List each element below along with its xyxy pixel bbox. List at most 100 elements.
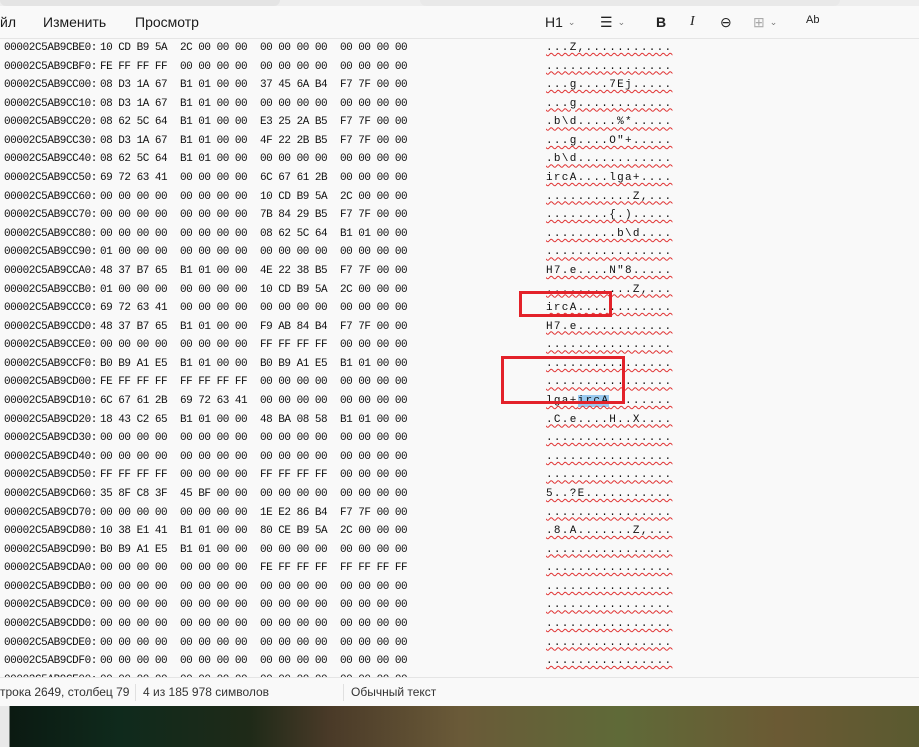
hex-bytes-group: 69 72 63 41 [100, 172, 168, 185]
hex-bytes-group: 00 00 00 00 [340, 469, 408, 482]
hex-bytes-group: 45 BF 00 00 [180, 487, 248, 500]
hex-bytes-group: F9 AB 84 B4 [260, 320, 328, 333]
hex-bytes-group: E3 25 2A B5 [260, 116, 328, 129]
hex-bytes-group: B1 01 00 00 [180, 97, 248, 110]
hex-bytes-group: 69 72 63 41 [100, 302, 168, 315]
hex-bytes-group: 6C 67 61 2B [260, 172, 328, 185]
row-address: 00002C5AB9CDF0: [3, 655, 97, 668]
hex-bytes-group: B1 01 00 00 [180, 320, 248, 333]
hex-bytes-group: 08 D3 1A 67 [100, 134, 168, 147]
row-address: 00002C5AB9CDE0: [3, 636, 97, 649]
hex-bytes-group: F7 7F 00 00 [340, 209, 408, 222]
hex-row: 00002C5AB9CDE0: 00 00 00 00 00 00 00 00 00 … [0, 634, 919, 653]
hex-row: 00002C5AB9CCD0: 48 37 B7 65 B1 01 00 00 F9 … [0, 318, 919, 337]
hex-row: 00002C5AB9CC00: 08 D3 1A 67 B1 01 00 00 37 … [0, 76, 919, 95]
hex-bytes-group: B1 01 00 00 [180, 79, 248, 92]
hex-bytes-group: 00 00 00 00 [260, 395, 328, 408]
link-icon: ⊖ [720, 14, 732, 30]
ascii-text: .b\d.....%*..... [546, 116, 673, 129]
hex-bytes-group: 2C 00 00 00 [340, 283, 408, 296]
hex-bytes-group: 10 CD B9 5A [100, 42, 168, 54]
menu-bar: йл Изменить Просмотр H1 ⌄ ☰ ⌄ B I ⊖ ⊞ ⌄ Ab [0, 6, 919, 38]
hex-bytes-group: 00 00 00 00 [260, 617, 328, 630]
spellcheck-icon: Ab [806, 14, 820, 26]
hex-row: 00002C5AB9CD80: 10 38 E1 41 B1 01 00 00 80 … [0, 522, 919, 541]
link-button[interactable]: ⊖ [720, 14, 732, 31]
ascii-text: ................ [546, 599, 673, 612]
hex-bytes-group: 00 00 00 00 [340, 487, 408, 500]
ascii-text: H7.e....N"8..... [546, 264, 673, 277]
hex-bytes-group: 00 00 00 00 [180, 506, 248, 519]
ascii-text: ................ [546, 580, 673, 593]
hex-bytes-group: 00 00 00 00 [180, 580, 248, 593]
hex-bytes-group: B0 B9 A1 E5 [100, 357, 168, 370]
ascii-text: ................ [546, 246, 673, 259]
hex-bytes-group: 10 38 E1 41 [100, 525, 168, 538]
hex-row: 00002C5AB9CDD0: 00 00 00 00 00 00 00 00 00 … [0, 615, 919, 634]
row-address: 00002C5AB9CC80: [3, 227, 97, 240]
row-address: 00002C5AB9CBF0: [3, 60, 97, 73]
hex-bytes-group: 00 00 00 00 [260, 636, 328, 649]
bold-icon: B [656, 14, 667, 30]
hex-bytes-group: 00 00 00 00 [180, 617, 248, 630]
hex-row: 00002C5AB9CD00: FE FF FF FF FF FF FF FF 00 … [0, 373, 919, 392]
hex-row: 00002C5AB9CC50: 69 72 63 41 00 00 00 00 6C … [0, 169, 919, 188]
hex-bytes-group: 00 00 00 00 [180, 636, 248, 649]
hex-row: 00002C5AB9CD20: 18 43 C2 65 B1 01 00 00 48 … [0, 411, 919, 430]
hex-bytes-group: 00 00 00 00 [340, 636, 408, 649]
bold-button[interactable]: B [656, 14, 666, 30]
ascii-text: 5..?E........... [546, 487, 673, 500]
hex-bytes-group: 00 00 00 00 [340, 339, 408, 352]
menu-view[interactable]: Просмотр [135, 14, 199, 30]
hex-row: 00002C5AB9CDA0: 00 00 00 00 00 00 00 00 FE … [0, 559, 919, 578]
hex-bytes-group: 00 00 00 00 [180, 339, 248, 352]
ascii-text: ...g............ [546, 97, 673, 110]
hex-bytes-group: 00 00 00 00 [260, 97, 328, 110]
table-icon: ⊞ [753, 14, 765, 30]
text-editor[interactable]: 00002C5AB9CBE0: 10 CD B9 5A 2C 00 00 00 00 … [0, 39, 919, 677]
row-address: 00002C5AB9CD70: [3, 506, 97, 519]
ascii-text: H7.e............ [546, 320, 673, 333]
hex-bytes-group: 00 00 00 00 [180, 655, 248, 668]
file-format[interactable]: Обычный текст [351, 685, 436, 699]
hex-bytes-group: 00 00 00 00 [100, 636, 168, 649]
row-address: 00002C5AB9CC10: [3, 97, 97, 110]
hex-bytes-group: 00 00 00 00 [340, 580, 408, 593]
heading-dropdown[interactable]: H1 ⌄ [545, 14, 575, 30]
hex-row: 00002C5AB9CC80: 00 00 00 00 00 00 00 00 08 … [0, 225, 919, 244]
italic-button[interactable]: I [690, 14, 695, 30]
hex-bytes-group: 00 00 00 00 [260, 450, 328, 463]
table-dropdown[interactable]: ⊞ ⌄ [753, 14, 777, 31]
row-address: 00002C5AB9CDB0: [3, 580, 97, 593]
hex-row: 00002C5AB9CD10: 6C 67 61 2B 69 72 63 41 00 … [0, 392, 919, 411]
hex-bytes-group: 00 00 00 00 [180, 246, 248, 259]
row-address: 00002C5AB9CD10: [3, 395, 97, 408]
spellcheck-button[interactable]: Ab [806, 14, 819, 26]
hex-row: 00002C5AB9CD50: FF FF FF FF 00 00 00 00 FF … [0, 466, 919, 485]
hex-bytes-group: B1 01 00 00 [180, 134, 248, 147]
hex-bytes-group: 00 00 00 00 [340, 302, 408, 315]
row-address: 00002C5AB9CC50: [3, 172, 97, 185]
hex-bytes-group: 08 62 5C 64 [260, 227, 328, 240]
list-dropdown[interactable]: ☰ ⌄ [600, 14, 625, 31]
hex-bytes-group: 2C 00 00 00 [340, 190, 408, 203]
hex-bytes-group: F7 7F 00 00 [340, 116, 408, 129]
menu-file[interactable]: йл [0, 14, 16, 30]
hex-bytes-group: B1 01 00 00 [180, 264, 248, 277]
row-address: 00002C5AB9CCF0: [3, 357, 97, 370]
hex-row: 00002C5AB9CD90: B0 B9 A1 E5 B1 01 00 00 00 … [0, 541, 919, 560]
row-address: 00002C5AB9CC30: [3, 134, 97, 147]
hex-bytes-group: B1 01 00 00 [180, 413, 248, 426]
hex-bytes-group: 00 00 00 00 [100, 190, 168, 203]
cursor-position: трока 2649, столбец 79 [0, 685, 130, 699]
ascii-text: ................ [546, 562, 673, 575]
hex-row: 00002C5AB9CCE0: 00 00 00 00 00 00 00 00 FF … [0, 336, 919, 355]
hex-bytes-group: 00 00 00 00 [100, 450, 168, 463]
hex-bytes-group: B0 B9 A1 E5 [100, 543, 168, 556]
hex-bytes-group: 00 00 00 00 [340, 246, 408, 259]
list-icon: ☰ [600, 14, 613, 30]
ascii-text: ................ [546, 506, 673, 519]
menu-edit[interactable]: Изменить [43, 14, 106, 30]
hex-bytes-group: 00 00 00 00 [180, 432, 248, 445]
hex-bytes-group: 69 72 63 41 [180, 395, 248, 408]
